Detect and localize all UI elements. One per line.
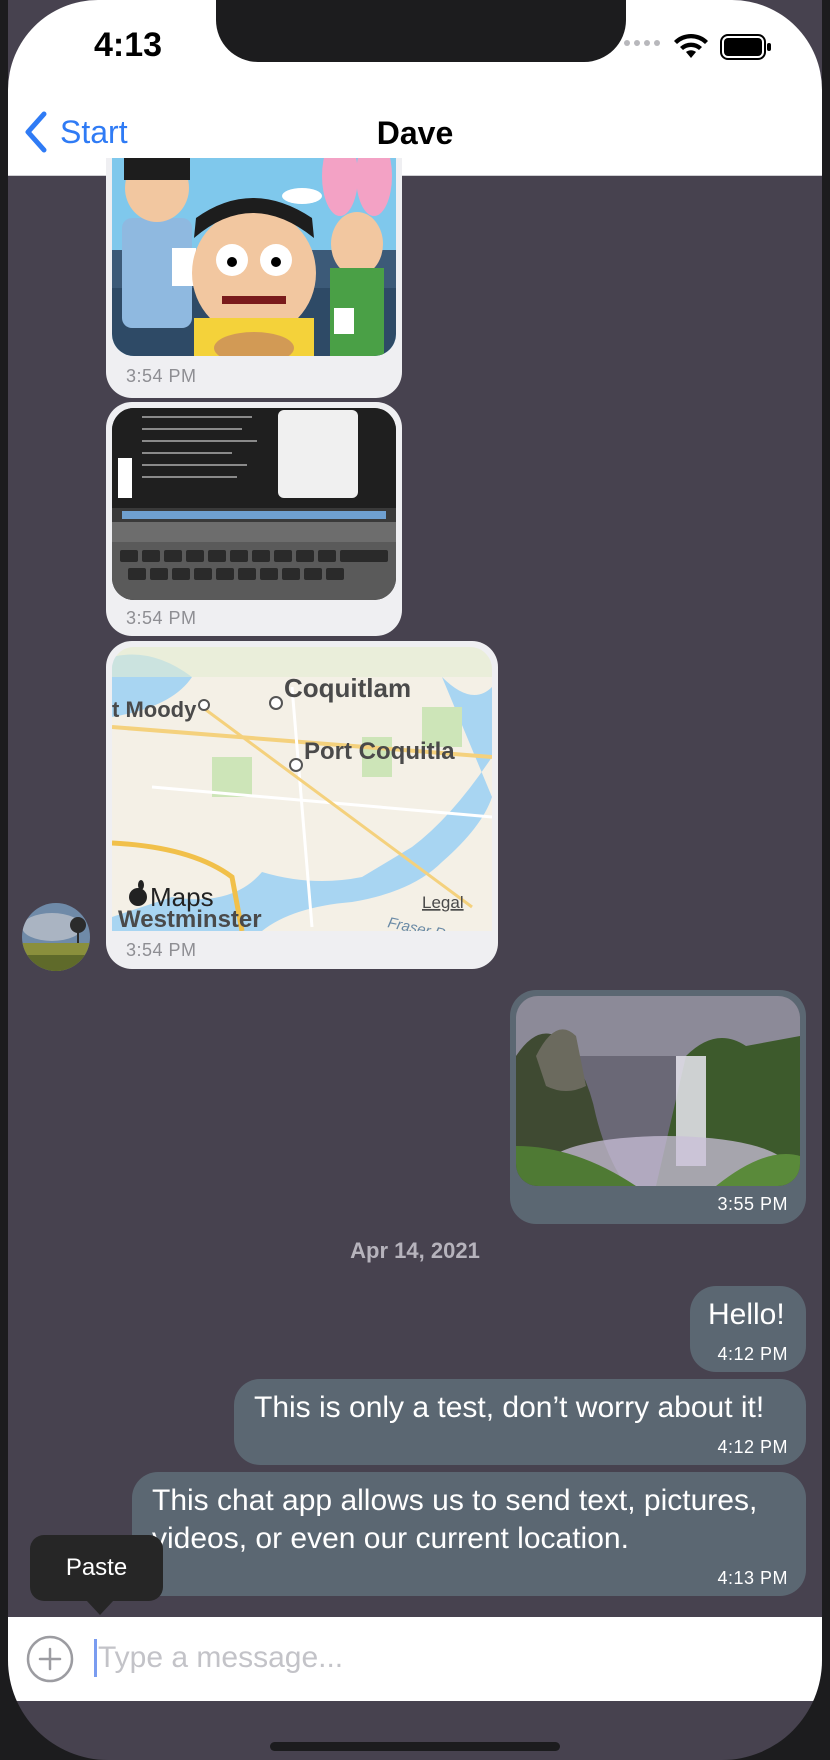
message-timestamp: 4:13 PM: [717, 1568, 788, 1588]
maps-brand-label: Maps: [150, 882, 214, 912]
paste-menu-item[interactable]: Paste: [30, 1535, 163, 1601]
laptop-terminal-photo[interactable]: [112, 408, 396, 600]
phone-screen: 4:13 Start Dave 3:54 PM 3:54 PM Coquitla…: [8, 0, 822, 1760]
outgoing-text-message[interactable]: Hello! 4:12 PM: [690, 1286, 806, 1372]
message-text: This is only a test, don’t worry about i…: [254, 1391, 765, 1424]
message-text-line: This chat app allows us to send text, pi…: [152, 1484, 758, 1517]
sender-avatar[interactable]: [22, 903, 90, 971]
status-bar: 4:13: [8, 0, 822, 90]
add-attachment-button[interactable]: [26, 1635, 74, 1683]
message-composer: [8, 1617, 822, 1701]
map-place-label: Coquitlam: [284, 673, 411, 703]
map-place-label: Port Coquitla: [304, 738, 455, 765]
message-timestamp: 3:55 PM: [717, 1194, 788, 1214]
cartoon-characters-photo[interactable]: [112, 158, 396, 356]
conversation-title: Dave: [376, 115, 454, 151]
battery-icon: [720, 34, 771, 60]
incoming-location-message[interactable]: Coquitlam t Moody Port Coquitla Westmins…: [106, 641, 498, 969]
message-text: Hello!: [708, 1298, 785, 1331]
cellular-signal-icon: [624, 40, 660, 46]
outgoing-text-message[interactable]: This chat app allows us to send text, pi…: [132, 1472, 806, 1596]
map-legal-link[interactable]: Legal: [422, 893, 464, 912]
map-place-label: t Moody: [112, 697, 197, 722]
message-timestamp: 3:54 PM: [126, 366, 197, 386]
incoming-image-message[interactable]: 3:54 PM: [106, 158, 402, 398]
paste-menu-pointer: [86, 1600, 114, 1615]
camera-notch: [216, 0, 626, 62]
wifi-icon: [674, 33, 708, 58]
message-timestamp: 3:54 PM: [126, 940, 197, 960]
status-time: 4:13: [94, 26, 163, 64]
date-separator: Apr 14, 2021: [350, 1238, 480, 1263]
message-text-line: videos, or even our current location.: [152, 1522, 629, 1555]
outgoing-image-message[interactable]: 3:55 PM: [510, 990, 806, 1224]
incoming-image-message[interactable]: 3:54 PM: [106, 402, 402, 636]
message-timestamp: 4:12 PM: [717, 1437, 788, 1457]
waterfall-photo[interactable]: [516, 996, 800, 1186]
message-timestamp: 3:54 PM: [126, 608, 197, 628]
outgoing-text-message[interactable]: This is only a test, don’t worry about i…: [234, 1379, 806, 1465]
home-indicator: [270, 1742, 560, 1751]
message-timestamp: 4:12 PM: [717, 1344, 788, 1364]
message-input[interactable]: [96, 1627, 790, 1689]
location-map[interactable]: Coquitlam t Moody Port Coquitla Westmins…: [112, 647, 492, 931]
